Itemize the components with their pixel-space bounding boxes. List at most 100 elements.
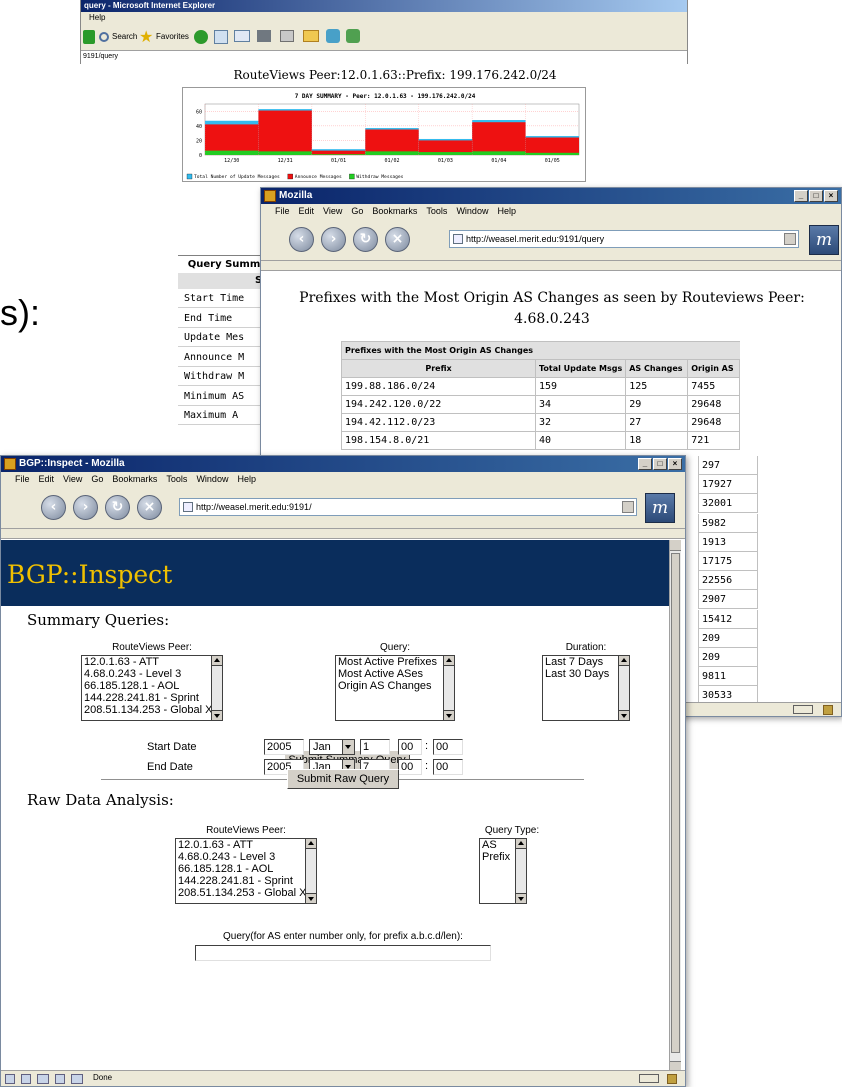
list-option[interactable]: 208.51.134.253 - Global X [178,887,316,899]
reload-icon[interactable]: ↻ [353,227,378,252]
list-scrollbar[interactable] [211,656,222,720]
list-scrollbar[interactable] [443,656,454,720]
list-option[interactable]: Most Active Prefixes [338,656,454,668]
url-field[interactable]: http://weasel.merit.edu:9191/query [449,230,799,248]
start-month-select[interactable]: Jan [309,739,355,755]
menu-item-go[interactable]: Go [351,206,363,216]
favorites-icon[interactable]: ★ [139,27,153,47]
menu-item-file[interactable]: File [275,206,290,216]
maximize-button[interactable]: □ [809,190,823,202]
scroll-up-icon[interactable] [444,656,454,666]
list-option[interactable]: Most Active ASes [338,668,454,680]
duration-listbox[interactable]: Last 7 Days Last 30 Days [542,655,630,721]
list-option[interactable]: 66.185.128.1 - AOL [84,680,222,692]
menu-item-help[interactable]: Help [237,474,256,484]
media-icon[interactable] [194,30,208,44]
tools-icon[interactable] [346,29,360,43]
menu-item-go[interactable]: Go [91,474,103,484]
list-scrollbar[interactable] [618,656,629,720]
back-icon[interactable]: ‹ [289,227,314,252]
list-option[interactable]: 144.228.241.81 - Sprint [84,692,222,704]
mail-icon[interactable] [234,30,250,42]
minimize-button[interactable]: _ [794,190,808,202]
scroll-thumb[interactable] [671,553,680,1053]
list-option[interactable]: 4.68.0.243 - Level 3 [178,851,316,863]
stop-icon[interactable]: × [137,495,162,520]
forward-icon[interactable]: › [73,495,98,520]
start-year-input[interactable]: 2005 [264,739,304,755]
messenger-icon[interactable] [326,29,340,43]
favorites-button[interactable]: Favorites [156,32,189,41]
list-scrollbar[interactable] [305,839,316,903]
back-icon[interactable]: ‹ [41,495,66,520]
scroll-down-icon[interactable] [619,710,629,720]
list-option[interactable]: 208.51.134.253 - Global X [84,704,222,716]
list-option[interactable]: Origin AS Changes [338,680,454,692]
start-minute-input[interactable]: 00 [433,739,463,755]
back-icon[interactable] [83,30,95,44]
raw-peer-listbox[interactable]: 12.0.1.63 - ATT 4.68.0.243 - Level 3 66.18… [175,838,317,904]
mozilla-logo-icon[interactable]: m [809,225,839,255]
minimize-button[interactable]: _ [638,458,652,470]
close-button[interactable]: × [668,458,682,470]
menu-item-bookmarks[interactable]: Bookmarks [112,474,157,484]
list-option[interactable]: 12.0.1.63 - ATT [178,839,316,851]
menu-item-help[interactable]: Help [497,206,516,216]
scroll-up-icon[interactable] [619,656,629,666]
list-option[interactable]: 66.185.128.1 - AOL [178,863,316,875]
menu-item-edit[interactable]: Edit [299,206,315,216]
query-type-listbox[interactable]: AS Prefix [479,838,527,904]
maximize-button[interactable]: □ [653,458,667,470]
menu-item-bookmarks[interactable]: Bookmarks [372,206,417,216]
menu-item-window[interactable]: Window [196,474,228,484]
list-option[interactable]: 4.68.0.243 - Level 3 [84,668,222,680]
submit-raw-query-button[interactable]: Submit Raw Query [287,769,399,789]
list-scrollbar[interactable] [515,839,526,903]
menu-help[interactable]: Help [89,13,105,22]
table-cell: 159 [534,377,627,396]
forward-icon[interactable]: › [321,227,346,252]
scroll-up-icon[interactable] [516,839,526,849]
stop-icon[interactable]: × [385,227,410,252]
mozilla-logo-icon[interactable]: m [645,493,675,523]
list-option[interactable]: Last 30 Days [545,668,629,680]
close-button[interactable]: × [824,190,838,202]
search-icon[interactable] [99,32,109,42]
url-dropdown-icon[interactable] [622,501,634,513]
scroll-up-icon[interactable] [306,839,316,849]
menu-item-file[interactable]: File [15,474,30,484]
end-hour-input[interactable]: 00 [398,759,422,775]
menu-item-view[interactable]: View [323,206,342,216]
scroll-down-icon[interactable] [444,710,454,720]
scroll-up-icon[interactable] [212,656,222,666]
scroll-down-icon[interactable] [212,710,222,720]
menu-item-tools[interactable]: Tools [426,206,447,216]
query-listbox[interactable]: Most Active Prefixes Most Active ASes Orig… [335,655,455,721]
menu-item-view[interactable]: View [63,474,82,484]
folder-icon[interactable] [303,30,319,42]
start-day-input[interactable]: 1 [360,739,390,755]
reload-icon[interactable]: ↻ [105,495,130,520]
url-dropdown-icon[interactable] [784,233,796,245]
list-option[interactable]: Last 7 Days [545,656,629,668]
edit-icon[interactable] [280,30,294,42]
end-minute-input[interactable]: 00 [433,759,463,775]
scroll-up-icon[interactable] [670,540,681,551]
menu-item-tools[interactable]: Tools [166,474,187,484]
search-button[interactable]: Search [112,32,137,41]
peer-listbox[interactable]: 12.0.1.63 - ATT 4.68.0.243 - Level 3 66.18… [81,655,223,721]
menu-item-window[interactable]: Window [456,206,488,216]
list-option[interactable]: 12.0.1.63 - ATT [84,656,222,668]
query-input[interactable] [195,945,491,961]
menu-item-edit[interactable]: Edit [39,474,55,484]
ie-address-bar[interactable]: 9191/query [81,50,687,62]
vertical-scrollbar[interactable] [669,540,681,1072]
chevron-down-icon[interactable] [342,740,354,754]
scroll-down-icon[interactable] [516,893,526,903]
url-field[interactable]: http://weasel.merit.edu:9191/ [179,498,637,516]
history-icon[interactable] [214,30,228,44]
scroll-down-icon[interactable] [306,893,316,903]
start-hour-input[interactable]: 00 [398,739,422,755]
list-option[interactable]: 144.228.241.81 - Sprint [178,875,316,887]
print-icon[interactable] [257,30,271,42]
